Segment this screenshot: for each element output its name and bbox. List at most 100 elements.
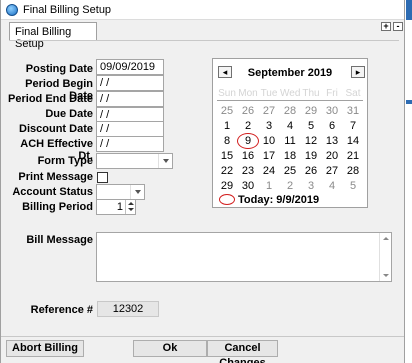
form-type-dropdown[interactable]	[96, 153, 173, 169]
calendar-day[interactable]: 6	[322, 120, 342, 132]
posting-date-field[interactable]: 09/09/2019	[96, 59, 164, 75]
stepper-down-icon[interactable]	[128, 208, 134, 211]
calendar-day[interactable]: 16	[238, 150, 258, 162]
calendar-day[interactable]: 29	[301, 105, 321, 117]
today-marker-icon	[219, 194, 235, 205]
calendar-day[interactable]: 1	[217, 120, 237, 132]
calendar-day[interactable]: 3	[259, 120, 279, 132]
calendar-day[interactable]: 27	[259, 105, 279, 117]
calendar-day[interactable]: 31	[343, 105, 363, 117]
calendar-day[interactable]: 30	[238, 180, 258, 192]
print-message-checkbox[interactable]	[97, 172, 108, 183]
abort-billing-button[interactable]: Abort Billing	[6, 340, 84, 357]
calendar-day[interactable]: 20	[322, 150, 342, 162]
calendar-day[interactable]: 3	[301, 180, 321, 192]
calendar-day[interactable]: 28	[280, 105, 300, 117]
calendar-day[interactable]: 24	[259, 165, 279, 177]
weekday-header: Mon	[238, 88, 258, 99]
ok-button[interactable]: Ok	[133, 340, 207, 357]
collapse-button[interactable]: -	[393, 22, 403, 31]
calendar-month-title[interactable]: September 2019	[233, 67, 347, 79]
bill-message-label: Bill Message	[26, 234, 93, 246]
calendar-day[interactable]: 18	[280, 150, 300, 162]
billing-period-stepper[interactable]: 1	[96, 199, 136, 215]
selected-day-marker-icon	[237, 133, 259, 149]
tab-divider	[9, 40, 399, 41]
calendar-day[interactable]: 7	[343, 120, 363, 132]
window-title: Final Billing Setup	[23, 4, 112, 16]
chevron-down-icon[interactable]	[130, 185, 144, 199]
calendar-day[interactable]: 30	[322, 105, 342, 117]
print-message-label: Print Message	[18, 171, 93, 183]
app-icon	[6, 4, 18, 16]
due-date-label: Due Date	[45, 108, 93, 120]
posting-date-label: Posting Date	[25, 63, 93, 75]
calendar-day[interactable]: 14	[343, 135, 363, 147]
calendar-day[interactable]: 21	[343, 150, 363, 162]
calendar-day[interactable]: 10	[259, 135, 279, 147]
calendar-day[interactable]: 26	[238, 105, 258, 117]
next-month-button[interactable]: ▸	[351, 66, 365, 78]
calendar-day[interactable]: 5	[343, 180, 363, 192]
background-window-edge	[406, 100, 412, 104]
weekday-header: Tue	[260, 88, 278, 99]
calendar-day[interactable]: 8	[217, 135, 237, 147]
weekday-header: Thu	[302, 88, 320, 99]
period-begin-date-field[interactable]: / /	[96, 75, 164, 91]
prev-month-button[interactable]: ◂	[218, 66, 232, 78]
tab-final-billing-setup[interactable]: Final Billing Setup	[9, 22, 97, 50]
calendar-day[interactable]: 2	[238, 120, 258, 132]
calendar-day[interactable]: 4	[280, 120, 300, 132]
reference-label: Reference #	[30, 304, 93, 316]
calendar-day[interactable]: 28	[343, 165, 363, 177]
calendar: ◂ September 2019 ▸ Sun Mon Tue Wed Thu Fri Sat…	[212, 58, 368, 208]
expand-button[interactable]: +	[381, 22, 391, 31]
calendar-day[interactable]: 23	[238, 165, 258, 177]
calendar-day[interactable]: 27	[322, 165, 342, 177]
memo-scrollbar[interactable]	[379, 233, 391, 281]
ach-effective-date-field[interactable]: / /	[96, 136, 164, 152]
scroll-up-icon[interactable]	[383, 237, 389, 240]
calendar-day[interactable]: 25	[217, 105, 237, 117]
calendar-day[interactable]: 2	[280, 180, 300, 192]
billing-period-value: 1	[116, 201, 123, 213]
calendar-day[interactable]: 19	[301, 150, 321, 162]
calendar-day[interactable]: 11	[280, 135, 300, 147]
calendar-day[interactable]: 26	[301, 165, 321, 177]
calendar-day[interactable]: 22	[217, 165, 237, 177]
discount-date-field[interactable]: / /	[96, 121, 164, 137]
weekday-header: Sat	[345, 88, 361, 99]
cancel-changes-button[interactable]: Cancel Changes	[207, 340, 278, 363]
background-window-edge	[406, 0, 412, 20]
calendar-day[interactable]: 1	[259, 180, 279, 192]
calendar-day[interactable]: 15	[217, 150, 237, 162]
reference-number-field: 12302	[97, 301, 159, 317]
stepper-up-icon[interactable]	[128, 202, 134, 205]
discount-date-label: Discount Date	[19, 123, 93, 135]
calendar-day[interactable]: 4	[322, 180, 342, 192]
account-status-dropdown[interactable]	[96, 184, 145, 200]
period-end-date-label: Period End Date	[8, 93, 93, 105]
final-billing-window: Final Billing Setup + - Final Billing Se…	[0, 0, 405, 363]
weekday-header: Sun	[218, 88, 236, 99]
calendar-day[interactable]: 13	[322, 135, 342, 147]
calendar-day[interactable]: 17	[259, 150, 279, 162]
calendar-day[interactable]: 5	[301, 120, 321, 132]
weekday-header: Fri	[326, 88, 338, 99]
weekday-header: Wed	[280, 88, 301, 99]
chevron-down-icon[interactable]	[158, 154, 172, 168]
account-status-label: Account Status	[12, 186, 93, 198]
calendar-day[interactable]: 29	[217, 180, 237, 192]
calendar-day[interactable]: 12	[301, 135, 321, 147]
calendar-today-link[interactable]: Today: 9/9/2019	[238, 194, 319, 206]
calendar-day[interactable]: 25	[280, 165, 300, 177]
scroll-down-icon[interactable]	[383, 274, 389, 277]
billing-period-label: Billing Period	[22, 201, 93, 213]
form-type-label: Form Type	[37, 155, 93, 167]
stepper-buttons[interactable]	[125, 200, 135, 214]
title-bar: Final Billing Setup	[1, 0, 404, 20]
button-bar-divider	[1, 336, 404, 337]
calendar-divider	[217, 100, 363, 101]
period-end-date-field[interactable]: / /	[96, 91, 164, 107]
bill-message-textarea[interactable]	[96, 232, 392, 282]
